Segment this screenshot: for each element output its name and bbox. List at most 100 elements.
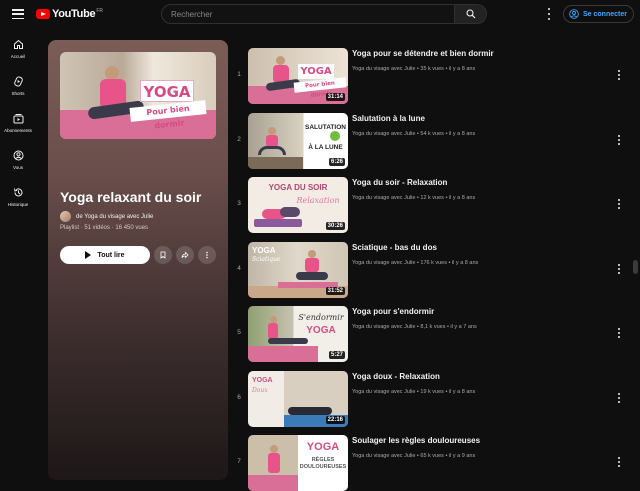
video-title[interactable]: Yoga doux - Relaxation <box>352 372 440 381</box>
person-top <box>305 257 319 272</box>
thumbnail-caption-text: RÈGLES DOULOUREUSES <box>299 457 347 470</box>
playlist-thumbnail[interactable]: YOGA Pour bien dormir <box>60 52 216 139</box>
save-playlist-button[interactable] <box>154 246 172 264</box>
playlist-header-panel: YOGA Pour bien dormir Yoga relaxant du s… <box>48 40 228 480</box>
search-placeholder: Rechercher <box>171 9 213 19</box>
more-actions-button[interactable] <box>198 246 216 264</box>
youtube-play-icon <box>36 9 50 19</box>
settings-more-icon[interactable] <box>545 8 553 20</box>
table-row[interactable]: 5 S'endormir YOGA 5:27 Yoga pour s'endor… <box>228 298 640 362</box>
video-title[interactable]: Soulager les règles douloureuses <box>352 436 480 445</box>
person-top <box>268 453 280 473</box>
video-index: 6 <box>237 393 241 401</box>
search-icon <box>465 9 475 19</box>
person-top <box>266 134 278 147</box>
table-row[interactable]: 3 YOGA DU SOIR Relaxation 30:26 Yoga du … <box>228 169 640 233</box>
video-index: 4 <box>237 264 241 272</box>
yoga-mat <box>254 219 302 227</box>
signin-button[interactable]: Se connecter <box>563 5 634 23</box>
video-duration: 30:26 <box>325 222 345 230</box>
video-menu-icon[interactable] <box>617 392 621 403</box>
video-index: 3 <box>237 200 241 207</box>
sidebar: Accueil Shorts Abonnements Vous Historiq… <box>0 30 36 215</box>
history-icon <box>13 187 22 196</box>
video-thumbnail[interactable]: YOGA Doux 22:16 <box>248 370 348 427</box>
video-menu-icon[interactable] <box>617 328 621 338</box>
owner-avatar[interactable] <box>60 211 71 222</box>
subscriptions-icon <box>13 113 23 123</box>
video-title[interactable]: Sciatique - bas du dos <box>352 243 437 252</box>
table-row[interactable]: 2 SALUTATION À LA LUNE 6:26 Salutation à… <box>228 105 640 169</box>
table-row[interactable]: 4 YOGA Sciatique 31:52 Sciatique - bas d… <box>228 234 640 298</box>
table-row[interactable]: 1 YOGA Pour bien dormir 31:14 Yoga pour … <box>228 40 640 104</box>
video-title[interactable]: Yoga du soir - Relaxation <box>352 178 447 187</box>
video-thumbnail[interactable]: YOGA Sciatique 31:52 <box>248 241 348 298</box>
playlist-meta: Playlist · 51 vidéos · 16 450 vues <box>60 225 149 231</box>
thumbnail-caption-text: YOGA <box>306 325 336 336</box>
video-title[interactable]: Yoga pour s'endormir <box>352 307 434 316</box>
video-meta: Yoga du visage avec Julie • 176 k vues •… <box>352 259 479 266</box>
video-thumbnail[interactable]: SALUTATION À LA LUNE 6:26 <box>248 112 348 169</box>
signin-label: Se connecter <box>583 10 627 18</box>
video-index: 5 <box>237 329 241 336</box>
menu-icon[interactable] <box>12 9 24 19</box>
video-thumbnail[interactable]: YOGA DU SOIR Relaxation 30:26 <box>248 177 348 233</box>
thumbnail-caption-text: À LA LUNE <box>308 143 343 151</box>
share-button[interactable] <box>176 246 194 264</box>
thumbnail-title-text: YOGA DU SOIR <box>268 183 328 192</box>
save-icon <box>160 251 166 259</box>
sidebar-item-history[interactable]: Historique <box>0 178 36 215</box>
video-thumbnail[interactable]: S'endormir YOGA 5:27 <box>248 306 348 362</box>
video-thumbnail[interactable]: YOGA RÈGLES DOULOUREUSES <box>248 435 348 491</box>
video-menu-icon[interactable] <box>617 70 621 80</box>
table-row[interactable]: 7 YOGA RÈGLES DOULOUREUSES Soulager les … <box>228 427 640 491</box>
video-meta: Yoga du visage avec Julie • 8,1 k vues •… <box>352 324 477 330</box>
play-all-label: Tout lire <box>97 251 125 259</box>
thumbnail-caption-text: Doux <box>252 386 268 394</box>
video-title[interactable]: Yoga pour se détendre et bien dormir <box>352 49 494 58</box>
playlist-title: Yoga relaxant du soir <box>60 189 202 205</box>
play-all-button[interactable]: Tout lire <box>60 246 150 264</box>
bolster <box>280 207 300 217</box>
video-meta: Yoga du visage avec Julie • 35 k vues • … <box>352 66 476 72</box>
video-menu-icon[interactable] <box>617 134 621 145</box>
logo-region: FR <box>96 8 103 14</box>
video-menu-icon[interactable] <box>617 263 621 274</box>
sidebar-item-home[interactable]: Accueil <box>0 30 36 67</box>
video-duration: 31:52 <box>325 286 345 295</box>
video-index: 1 <box>237 71 241 78</box>
search-button[interactable] <box>455 4 487 24</box>
video-meta: Yoga du visage avec Julie • 65 k vues • … <box>352 453 476 459</box>
search-input[interactable]: Rechercher <box>161 4 455 24</box>
thumbnail-caption-text: Sciatique <box>252 255 281 263</box>
video-menu-icon[interactable] <box>617 457 621 467</box>
sidebar-item-you[interactable]: Vous <box>0 141 36 178</box>
scrollbar-thumb[interactable] <box>633 260 638 274</box>
video-index: 7 <box>237 458 241 465</box>
person-head <box>276 56 285 65</box>
thumbnail-title-text: SALUTATION <box>305 123 346 131</box>
more-vertical-icon <box>206 251 208 259</box>
sidebar-item-label: Historique <box>7 201 29 207</box>
video-meta: Yoga du visage avec Julie • 12 k vues • … <box>352 195 476 201</box>
thumbnail-caption-text: Relaxation <box>296 196 340 205</box>
sidebar-item-label: Vous <box>12 164 23 170</box>
owner-name[interactable]: de Yoga du visage avec Julie <box>76 214 153 220</box>
table-row[interactable]: 6 YOGA Doux 22:16 Yoga doux - Relaxation… <box>228 363 640 427</box>
youtube-logo[interactable]: YouTube FR <box>36 8 103 20</box>
person-lying <box>288 406 332 415</box>
video-thumbnail[interactable]: YOGA Pour bien dormir 31:14 <box>248 48 348 104</box>
thumbnail-title-text: YOGA <box>306 441 340 453</box>
person-top <box>268 323 278 339</box>
playlist-owner-row[interactable]: de Yoga du visage avec Julie <box>60 211 153 222</box>
person-head <box>308 249 316 258</box>
video-title[interactable]: Salutation à la lune <box>352 114 425 123</box>
thumbnail-title-text: YOGA <box>140 80 194 102</box>
video-menu-icon[interactable] <box>617 199 621 209</box>
moon-graphic <box>330 130 340 141</box>
home-icon <box>13 39 23 49</box>
sidebar-item-subscriptions[interactable]: Abonnements <box>0 104 36 141</box>
sidebar-item-shorts[interactable]: Shorts <box>0 67 36 104</box>
thumbnail-title-text: YOGA <box>298 64 334 79</box>
video-duration: 31:14 <box>325 93 345 101</box>
